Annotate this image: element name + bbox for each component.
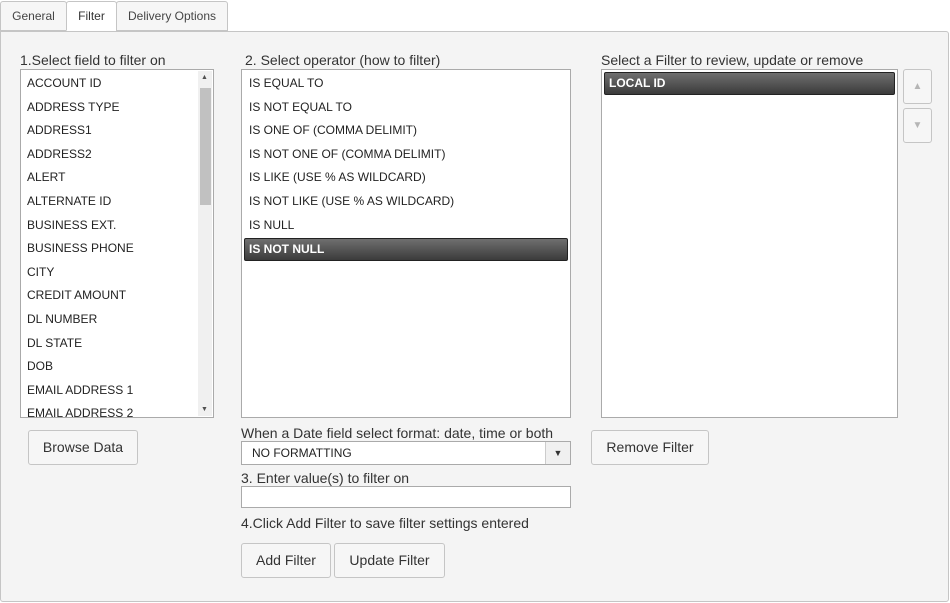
tab-delivery-options-label: Delivery Options: [127, 9, 217, 23]
operator-item[interactable]: IS NOT LIKE (USE % AS WILDCARD): [249, 194, 454, 208]
move-down-button[interactable]: ▼: [903, 108, 932, 143]
field-item[interactable]: DL STATE: [27, 336, 82, 350]
operator-item[interactable]: IS NULL: [249, 218, 294, 232]
field-item[interactable]: ALTERNATE ID: [27, 194, 111, 208]
operator-item[interactable]: IS LIKE (USE % AS WILDCARD): [249, 170, 426, 184]
tab-general-label: General: [12, 9, 55, 23]
triangle-up-icon: ▲: [912, 81, 923, 92]
field-item[interactable]: ADDRESS TYPE: [27, 100, 119, 114]
scroll-thumb[interactable]: [200, 88, 211, 205]
field-listbox[interactable]: ACCOUNT ID ADDRESS TYPE ADDRESS1 ADDRESS…: [20, 69, 214, 418]
update-filter-button[interactable]: Update Filter: [334, 543, 445, 578]
field-item[interactable]: CREDIT AMOUNT: [27, 288, 126, 302]
scroll-down-icon[interactable]: ▼: [201, 406, 208, 413]
field-item[interactable]: ADDRESS2: [27, 147, 92, 161]
field-item[interactable]: DOB: [27, 359, 53, 373]
tab-delivery-options[interactable]: Delivery Options: [116, 1, 228, 31]
field-item[interactable]: BUSINESS PHONE: [27, 241, 134, 255]
filter-listbox[interactable]: LOCAL ID: [601, 69, 898, 418]
tab-filter[interactable]: Filter: [66, 1, 117, 31]
operator-item[interactable]: IS EQUAL TO: [249, 76, 323, 90]
field-item[interactable]: ALERT: [27, 170, 65, 184]
triangle-down-icon: ▼: [912, 120, 923, 131]
field-item[interactable]: EMAIL ADDRESS 2: [27, 406, 133, 417]
operator-listbox[interactable]: IS EQUAL TO IS NOT EQUAL TO IS ONE OF (C…: [241, 69, 571, 418]
field-item[interactable]: CITY: [27, 265, 54, 279]
tab-filter-label: Filter: [78, 9, 105, 23]
scroll-up-icon[interactable]: ▲: [201, 74, 208, 81]
field-list-scrollbar[interactable]: ▲ ▼: [198, 71, 212, 416]
field-item[interactable]: ACCOUNT ID: [27, 76, 101, 90]
filter-value-input[interactable]: [241, 486, 571, 508]
field-item[interactable]: ADDRESS1: [27, 123, 92, 137]
operator-list-label: 2. Select operator (how to filter): [245, 52, 441, 68]
field-item[interactable]: EMAIL ADDRESS 1: [27, 383, 133, 397]
field-item[interactable]: DL NUMBER: [27, 312, 97, 326]
remove-filter-button[interactable]: Remove Filter: [591, 430, 709, 465]
filter-panel: 1.Select field to filter on ACCOUNT ID A…: [0, 31, 949, 602]
date-format-select[interactable]: NO FORMATTING ▼: [241, 441, 571, 465]
instruction-text: 4.Click Add Filter to save filter settin…: [241, 515, 529, 531]
tab-general[interactable]: General: [0, 1, 67, 31]
filter-list-label: Select a Filter to review, update or rem…: [601, 52, 864, 68]
operator-item-selected[interactable]: IS NOT NULL: [244, 238, 568, 261]
value-entry-label: 3. Enter value(s) to filter on: [241, 470, 410, 486]
field-list-label: 1.Select field to filter on: [20, 52, 166, 68]
operator-item[interactable]: IS NOT EQUAL TO: [249, 100, 352, 114]
date-format-label: When a Date field select format: date, t…: [241, 425, 554, 441]
chevron-down-icon[interactable]: ▼: [545, 442, 570, 464]
operator-item[interactable]: IS ONE OF (COMMA DELIMIT): [249, 123, 417, 137]
date-format-value: NO FORMATTING: [252, 446, 352, 460]
move-up-button[interactable]: ▲: [903, 69, 932, 104]
operator-item[interactable]: IS NOT ONE OF (COMMA DELIMIT): [249, 147, 445, 161]
field-item[interactable]: BUSINESS EXT.: [27, 218, 116, 232]
filter-item-selected[interactable]: LOCAL ID: [604, 72, 895, 95]
add-filter-button[interactable]: Add Filter: [241, 543, 331, 578]
browse-data-button[interactable]: Browse Data: [28, 430, 138, 465]
